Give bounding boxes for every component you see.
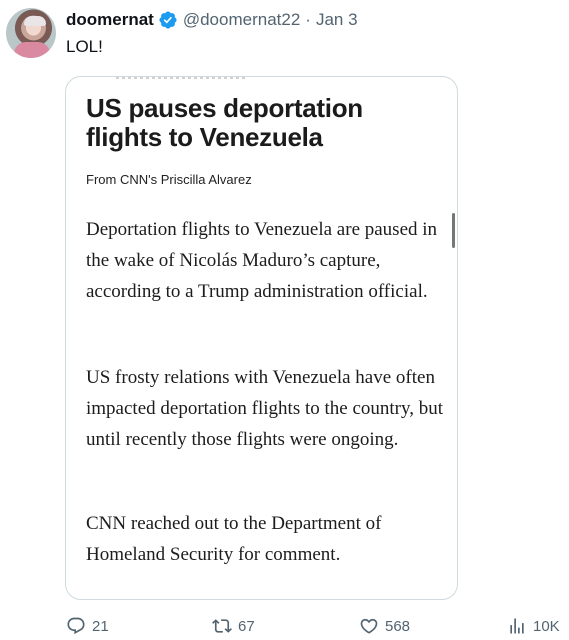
heart-icon <box>360 618 378 634</box>
verified-badge-icon <box>158 10 178 30</box>
avatar-shirt <box>14 42 50 58</box>
analytics-icon <box>510 618 524 634</box>
article-paragraph-3: CNN reached out to the Department of Hom… <box>86 513 382 565</box>
avatar-cap <box>24 16 46 26</box>
reply-icon <box>67 617 85 635</box>
tweet-text: LOL! <box>66 37 103 56</box>
reply-count: 21 <box>92 617 109 635</box>
scrollbar-thumb <box>452 213 455 248</box>
separator-dot: · <box>305 10 311 29</box>
like-count: 568 <box>385 617 411 635</box>
reply-button[interactable]: 21 <box>66 616 109 636</box>
tweet-date[interactable]: Jan 3 <box>316 10 358 30</box>
tweet-header: doomernat @doomernat22 · Jan 3 <box>66 9 358 31</box>
view-count: 10K <box>533 617 560 635</box>
repost-count: 67 <box>238 617 255 635</box>
repost-button[interactable]: 67 <box>212 616 255 636</box>
article-byline: From CNN's Priscilla Alvarez <box>86 172 252 187</box>
repost-icon <box>212 619 232 633</box>
article-paragraph-2: US frosty relations with Venezuela have … <box>86 367 444 450</box>
tweet-actions: 21 67 568 10K <box>0 612 569 640</box>
avatar[interactable] <box>6 8 56 58</box>
media-image-card[interactable]: US pauses deportation flights to Venezue… <box>65 76 458 600</box>
views-button[interactable]: 10K <box>507 616 560 636</box>
cropped-text-edge <box>116 77 246 79</box>
display-name[interactable]: doomernat <box>66 10 154 30</box>
article-paragraph-1: Deportation flights to Venezuela are pau… <box>86 219 438 302</box>
article-headline: US pauses deportation flights to Venezue… <box>86 93 363 152</box>
handle[interactable]: @doomernat22 <box>183 10 300 30</box>
like-button[interactable]: 568 <box>359 616 410 636</box>
